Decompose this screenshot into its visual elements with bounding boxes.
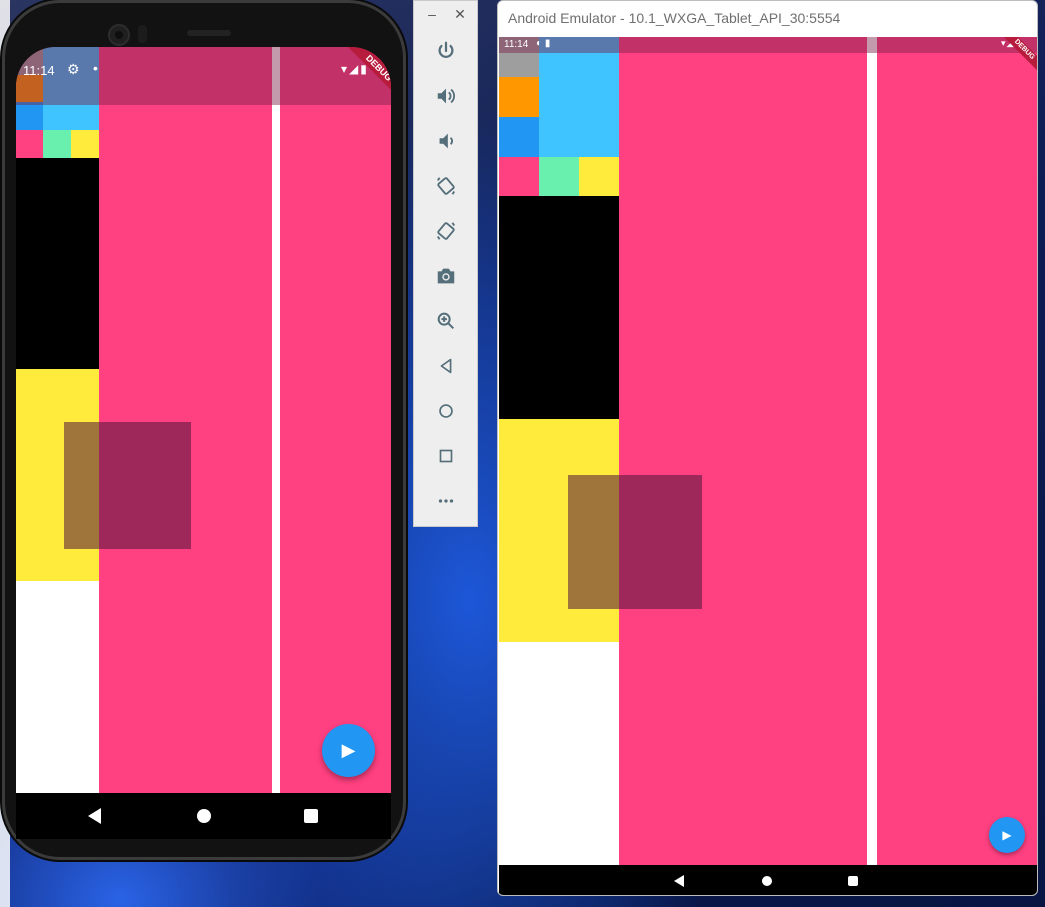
camera-icon [437, 268, 455, 284]
blue-box [499, 117, 539, 157]
volume-up-icon [437, 88, 455, 104]
screenshot-button[interactable] [431, 261, 461, 291]
proximity-sensor [138, 25, 147, 43]
earpiece-speaker [187, 30, 231, 36]
overview-button[interactable] [431, 441, 461, 471]
more-button[interactable] [431, 486, 461, 516]
tablet-emulator-window: Android Emulator - 10.1_WXGA_Tablet_API_… [497, 0, 1038, 896]
play-icon: ▶ [341, 740, 356, 760]
pink-box [16, 130, 43, 158]
back-button[interactable] [431, 351, 461, 381]
overview-icon [439, 449, 453, 463]
nav-recents-icon[interactable] [848, 876, 858, 886]
nav-home-icon[interactable] [762, 876, 772, 886]
window-title: Android Emulator - 10.1_WXGA_Tablet_API_… [508, 10, 841, 26]
play-fab-button[interactable]: ▶ [989, 817, 1025, 853]
volume-down-button[interactable] [431, 126, 461, 156]
front-camera [108, 24, 130, 46]
rotate-left-button[interactable] [431, 171, 461, 201]
green-box [539, 157, 579, 196]
tablet-screen[interactable]: 11:14 ◐ ▮ ▾◢▮ DEBUG ▶ [499, 37, 1037, 865]
power-button[interactable] [431, 36, 461, 66]
status-bar: 11:14 ◐ ▮ ▾◢▮ [499, 37, 1037, 53]
nav-home-icon[interactable] [197, 809, 211, 823]
small-yellow-box [579, 157, 619, 196]
status-time: 11:14 [504, 39, 529, 50]
nav-back-icon[interactable] [674, 875, 684, 887]
pink-box [499, 157, 539, 196]
green-box [43, 130, 71, 158]
zoom-icon [437, 312, 455, 330]
emulator-toolbar: – ✕ [413, 0, 478, 527]
power-icon [438, 41, 454, 58]
white-box [499, 642, 619, 865]
phone-screen[interactable]: 11:14 ⚙ • ▾◢▮ DEBUG ▶ [16, 47, 391, 839]
home-icon [439, 404, 453, 418]
zoom-button[interactable] [431, 306, 461, 336]
vertical-divider [272, 47, 280, 793]
notification-dot-icon: • [93, 60, 98, 76]
navigation-bar [16, 793, 391, 839]
nav-recents-icon[interactable] [304, 809, 318, 823]
minimize-button[interactable]: – [424, 6, 440, 24]
rotate-right-icon [436, 222, 456, 240]
play-icon: ▶ [1002, 828, 1012, 842]
volume-down-icon [439, 133, 453, 149]
blue-box [16, 102, 43, 130]
small-yellow-box [71, 130, 99, 158]
navigation-bar [499, 865, 1037, 895]
settings-icon: ⚙ [67, 61, 80, 77]
volume-up-button[interactable] [431, 81, 461, 111]
close-button[interactable]: ✕ [452, 6, 468, 24]
back-icon [440, 358, 452, 374]
home-button[interactable] [431, 396, 461, 426]
rotate-left-icon [436, 177, 456, 195]
orange-box [499, 77, 539, 117]
translucent-overlay-box [64, 422, 191, 549]
status-time: 11:14 [23, 63, 55, 78]
black-box [499, 196, 619, 419]
translucent-overlay-box [568, 475, 702, 609]
more-icon [438, 499, 454, 503]
vertical-divider [867, 37, 877, 865]
play-fab-button[interactable]: ▶ [322, 724, 375, 777]
black-box [16, 158, 99, 369]
sky-blue-box [539, 37, 619, 157]
notification-icons: ◐ ▮ [536, 38, 551, 49]
rotate-right-button[interactable] [431, 216, 461, 246]
nav-back-icon[interactable] [88, 808, 101, 824]
white-box [16, 581, 99, 793]
status-bar: 11:14 ⚙ • ▾◢▮ [16, 47, 391, 105]
